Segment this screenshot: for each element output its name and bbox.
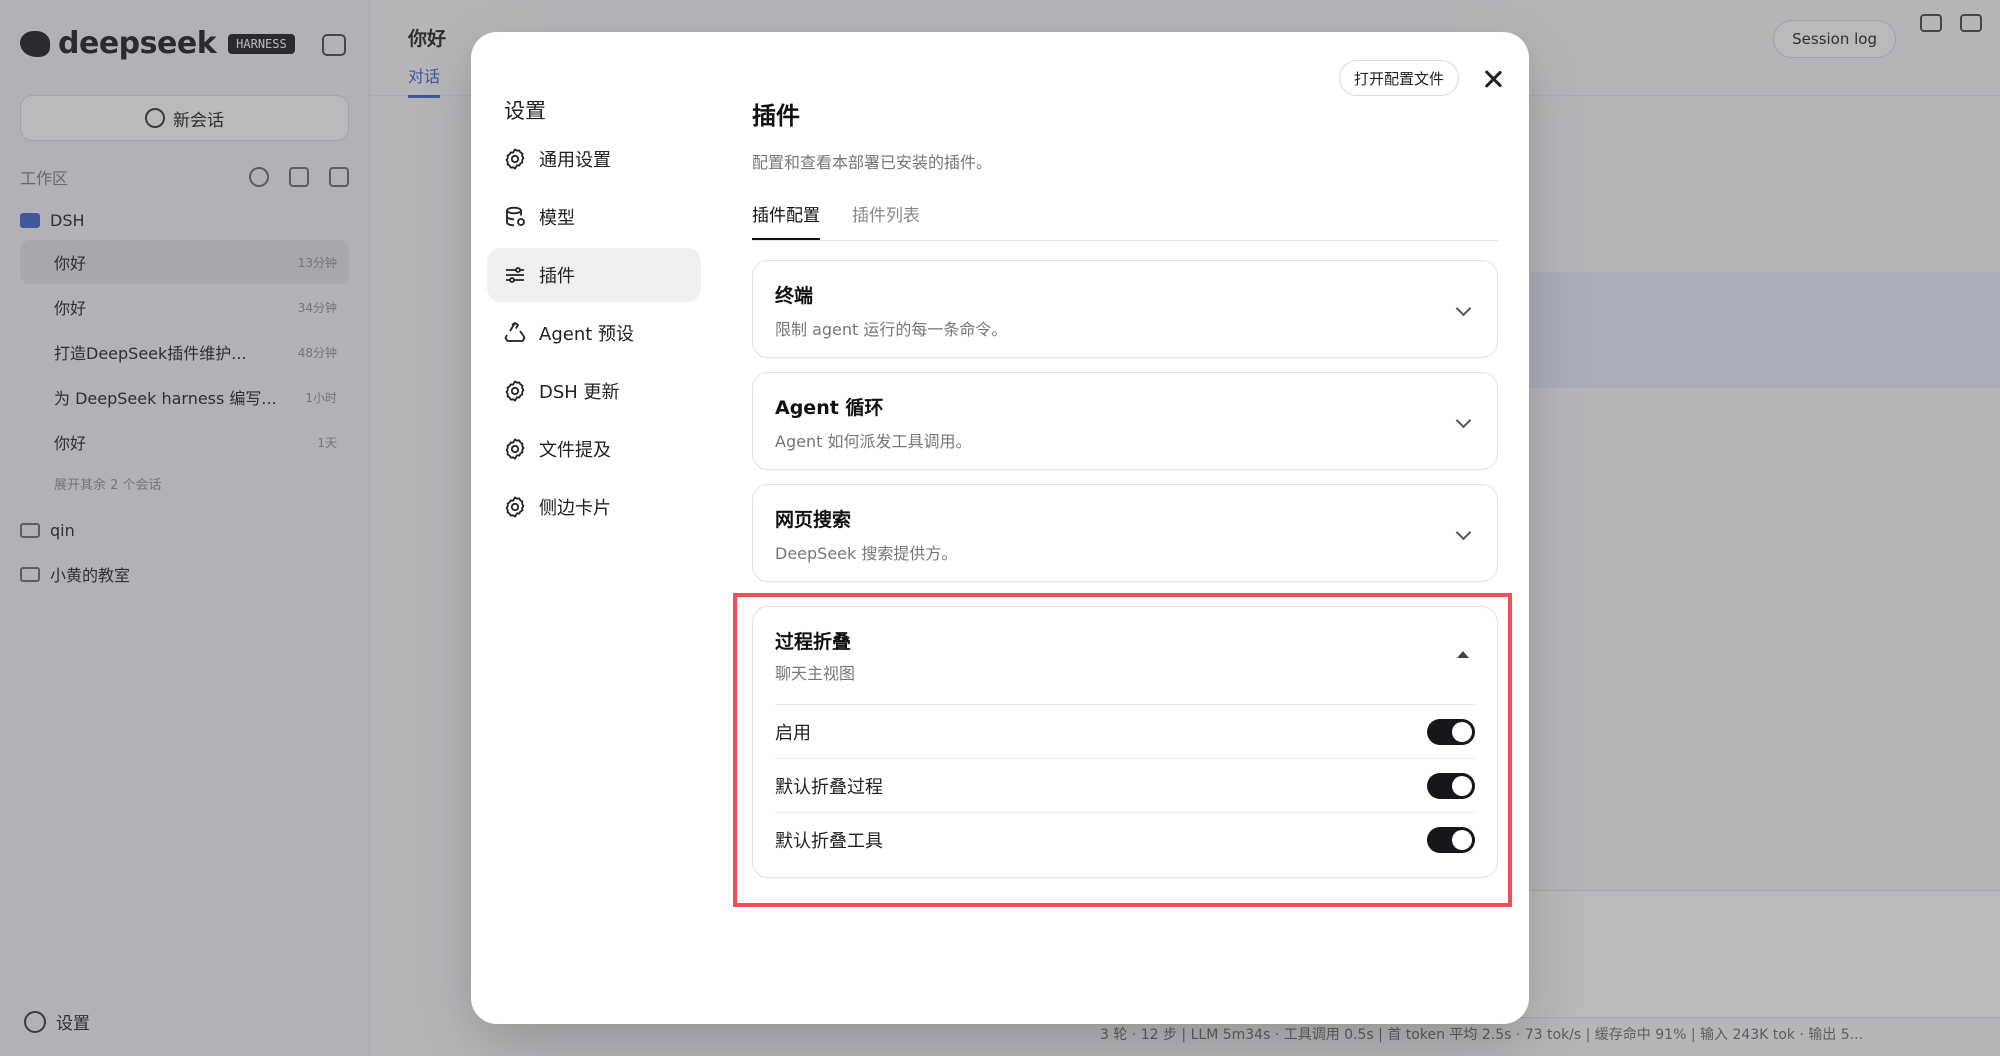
recycle-icon [503, 321, 527, 345]
database-icon [503, 205, 527, 229]
plugin-card-web-search[interactable]: 网页搜索 DeepSeek 搜索提供方。 [752, 484, 1498, 582]
card-description: Agent 如何派发工具调用。 [775, 432, 972, 451]
page-title: 插件 [752, 102, 800, 130]
nav-label: Agent 预设 [539, 324, 635, 345]
highlight-box [733, 593, 1512, 907]
gear-icon [503, 495, 527, 519]
nav-label: 侧边卡片 [539, 498, 611, 519]
card-description: 限制 agent 运行的每一条命令。 [775, 320, 1008, 339]
nav-label: 通用设置 [539, 150, 611, 171]
tab-plugin-config[interactable]: 插件配置 [752, 201, 820, 240]
nav-item-agent-presets[interactable]: Agent 预设 [487, 306, 701, 360]
plugin-tabs: 插件配置 插件列表 [752, 201, 1498, 241]
close-icon[interactable] [1480, 66, 1506, 92]
nav-label: DSH 更新 [539, 382, 620, 403]
modal-title: 设置 [504, 99, 546, 123]
gear-icon [503, 147, 527, 171]
nav-label: 文件提及 [539, 440, 611, 461]
plugin-card-agent-loop[interactable]: Agent 循环 Agent 如何派发工具调用。 [752, 372, 1498, 470]
nav-item-file-mention[interactable]: 文件提及 [487, 422, 701, 476]
nav-item-plugins[interactable]: 插件 [487, 248, 701, 302]
nav-label: 模型 [539, 208, 575, 229]
nav-item-general[interactable]: 通用设置 [487, 132, 701, 186]
card-title: 终端 [775, 285, 814, 307]
tab-plugin-list[interactable]: 插件列表 [852, 201, 920, 240]
nav-item-side-cards[interactable]: 侧边卡片 [487, 480, 701, 534]
card-description: DeepSeek 搜索提供方。 [775, 544, 958, 563]
gear-icon [503, 379, 527, 403]
card-title: 网页搜索 [775, 509, 852, 531]
nav-item-dsh-update[interactable]: DSH 更新 [487, 364, 701, 418]
plugin-card-terminal[interactable]: 终端 限制 agent 运行的每一条命令。 [752, 260, 1498, 358]
open-config-file-button[interactable]: 打开配置文件 [1339, 60, 1460, 96]
card-title: Agent 循环 [775, 397, 884, 419]
nav-label: 插件 [539, 266, 575, 287]
gear-icon [503, 437, 527, 461]
page-description: 配置和查看本部署已安装的插件。 [752, 153, 993, 172]
sliders-icon [503, 263, 527, 287]
nav-item-model[interactable]: 模型 [487, 190, 701, 244]
settings-nav: 通用设置 模型 插件 Agent 预设 DSH 更新 文件提及 侧边卡片 [487, 132, 701, 538]
